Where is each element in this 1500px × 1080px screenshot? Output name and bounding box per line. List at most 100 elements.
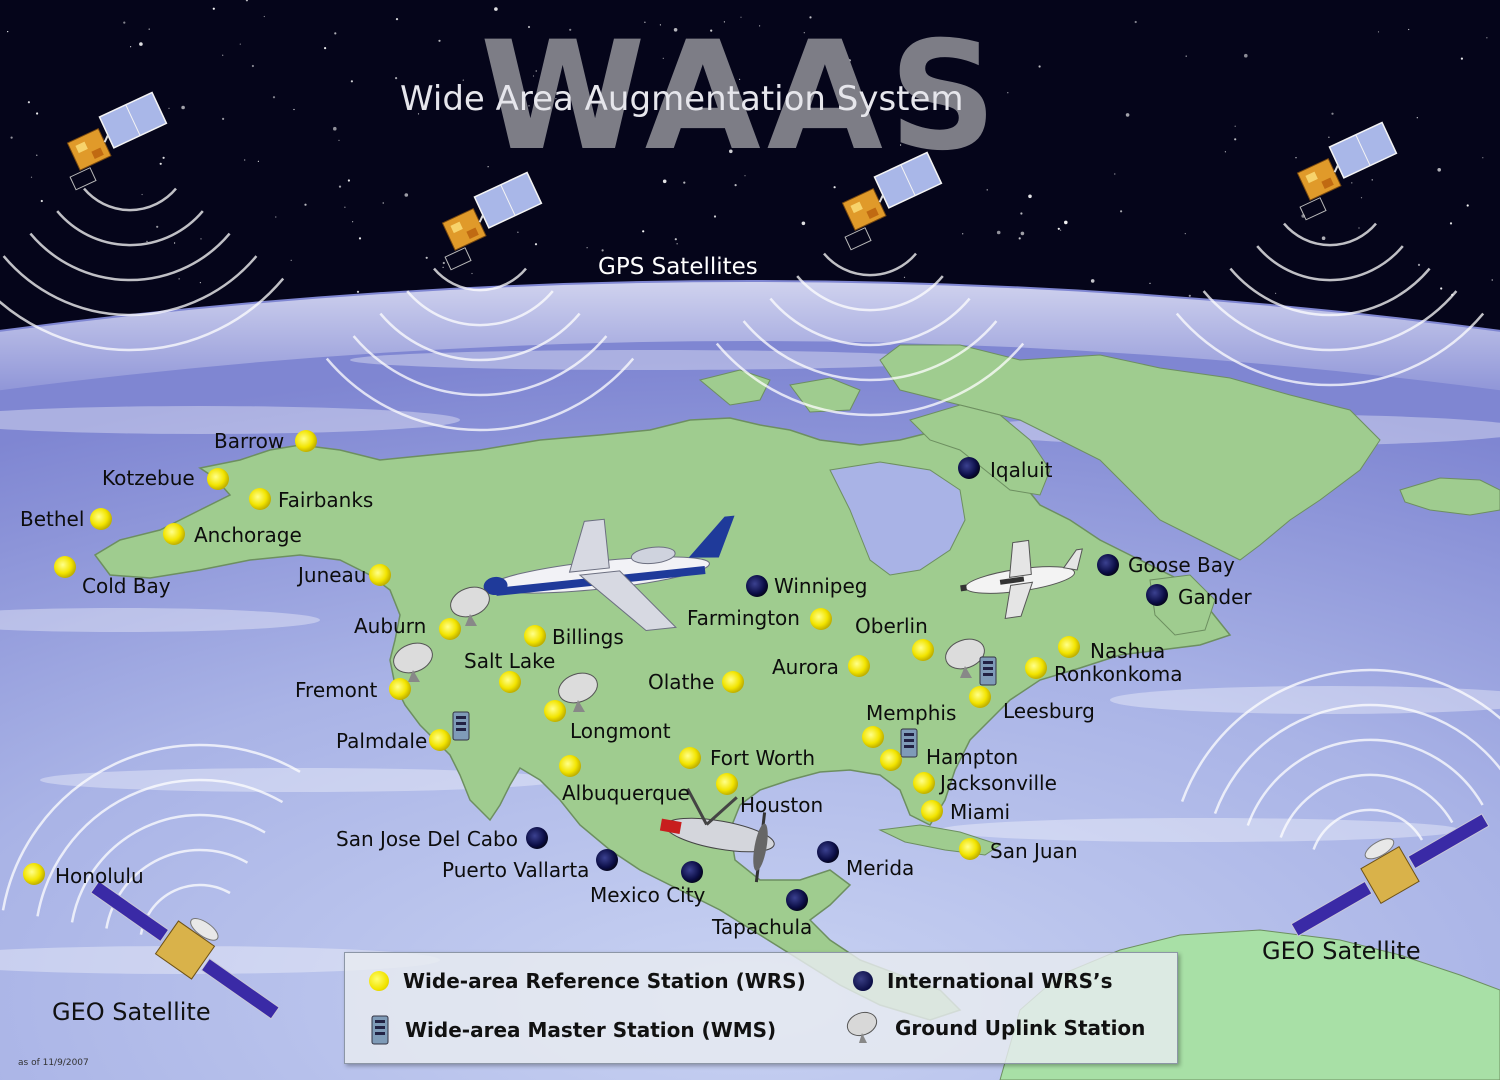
star	[293, 108, 295, 111]
legend-label: Wide-area Master Station (WMS)	[405, 1018, 777, 1042]
wrs-marker-kotzebue	[207, 468, 229, 490]
station-label-jacksonville: Jacksonville	[940, 771, 1057, 795]
star	[36, 154, 38, 156]
star	[338, 139, 340, 141]
station-label-aurora: Aurora	[772, 655, 839, 679]
star	[1064, 220, 1068, 225]
station-label-goose-bay: Goose Bay	[1128, 553, 1235, 577]
station-label-mexico-city: Mexico City	[590, 883, 706, 907]
star	[395, 18, 399, 21]
star	[356, 290, 360, 293]
station-label-winnipeg: Winnipeg	[774, 574, 868, 598]
star	[358, 237, 362, 240]
star	[1408, 28, 1410, 31]
star	[1491, 279, 1493, 281]
master-station-icon	[979, 656, 997, 686]
star	[1028, 194, 1032, 199]
star	[334, 32, 337, 35]
station-label-albuquerque: Albuquerque	[562, 781, 690, 805]
legend-item-international-wrs: International WRS’s	[853, 969, 1112, 993]
star	[1275, 292, 1277, 294]
wrs-marker-houston	[716, 773, 738, 795]
star	[239, 43, 241, 45]
wrs-marker-fremont	[389, 678, 411, 700]
star	[395, 77, 398, 80]
station-label-auburn: Auburn	[354, 614, 427, 638]
star	[304, 203, 307, 206]
star	[139, 42, 143, 46]
star	[1234, 125, 1236, 127]
station-label-billings: Billings	[552, 625, 624, 649]
star	[1460, 57, 1463, 60]
wrs-marker-leesburg	[969, 686, 991, 708]
star	[1125, 113, 1130, 117]
station-label-juneau: Juneau	[298, 563, 367, 587]
wrs-marker-san-juan	[959, 838, 981, 860]
star	[1234, 138, 1237, 141]
wrs-marker-billings	[524, 625, 546, 647]
international-wrs-marker-tapachula	[786, 889, 808, 911]
star	[801, 221, 806, 226]
star	[438, 39, 441, 42]
star	[156, 225, 159, 228]
wrs-marker-honolulu	[23, 863, 45, 885]
wrs-marker-anchorage	[163, 523, 185, 545]
star	[1417, 263, 1421, 266]
international-wrs-marker-gander	[1146, 584, 1168, 606]
star	[10, 136, 13, 139]
star	[1358, 227, 1360, 229]
star	[1134, 20, 1137, 24]
wrs-marker-oberlin	[912, 639, 934, 661]
wrs-marker-palmdale	[429, 729, 451, 751]
star	[601, 249, 604, 252]
star	[442, 261, 445, 265]
master-station-icon	[452, 711, 470, 741]
star	[642, 230, 645, 233]
star	[713, 215, 717, 218]
wrs-marker-miami	[921, 800, 943, 822]
star	[1351, 182, 1353, 184]
star	[1321, 236, 1326, 240]
star	[275, 216, 277, 218]
wrs-marker-albuquerque	[559, 755, 581, 777]
star	[1377, 31, 1380, 33]
star	[222, 117, 225, 120]
waas-subtitle: Wide Area Augmentation System	[400, 79, 964, 119]
star	[1090, 279, 1095, 283]
star	[352, 221, 354, 223]
international-wrs-marker-winnipeg	[746, 575, 768, 597]
star	[517, 231, 519, 233]
station-label-farmington: Farmington	[687, 606, 800, 630]
star	[338, 185, 342, 188]
station-label-memphis: Memphis	[866, 701, 957, 725]
star	[222, 54, 224, 56]
star	[1038, 65, 1041, 68]
station-label-anchorage: Anchorage	[194, 523, 302, 547]
star	[1020, 212, 1023, 215]
station-label-hampton: Hampton	[926, 745, 1019, 769]
star	[1295, 157, 1297, 159]
star	[257, 160, 259, 162]
star	[1057, 227, 1060, 230]
wrs-marker-olathe	[722, 671, 744, 693]
star	[404, 193, 409, 197]
star	[1486, 37, 1488, 39]
legend-item-ground-uplink: Ground Uplink Station	[845, 1011, 1145, 1045]
station-label-olathe: Olathe	[648, 670, 715, 694]
wrs-marker-farmington	[810, 608, 832, 630]
star	[7, 31, 9, 33]
star	[586, 247, 588, 249]
wrs-marker-cold-bay	[54, 556, 76, 578]
wrs-marker-barrow	[295, 430, 317, 452]
star	[676, 243, 678, 245]
star	[290, 259, 292, 261]
station-label-leesburg: Leesburg	[1003, 699, 1095, 723]
international-wrs-marker-goose-bay	[1097, 554, 1119, 576]
star	[986, 189, 988, 191]
star	[1331, 112, 1334, 115]
station-label-iqaluit: Iqaluit	[990, 458, 1053, 482]
station-label-fremont: Fremont	[295, 678, 378, 702]
star	[40, 199, 43, 203]
station-label-san-jose-del-cabo: San Jose Del Cabo	[336, 827, 518, 851]
star	[1449, 222, 1453, 225]
